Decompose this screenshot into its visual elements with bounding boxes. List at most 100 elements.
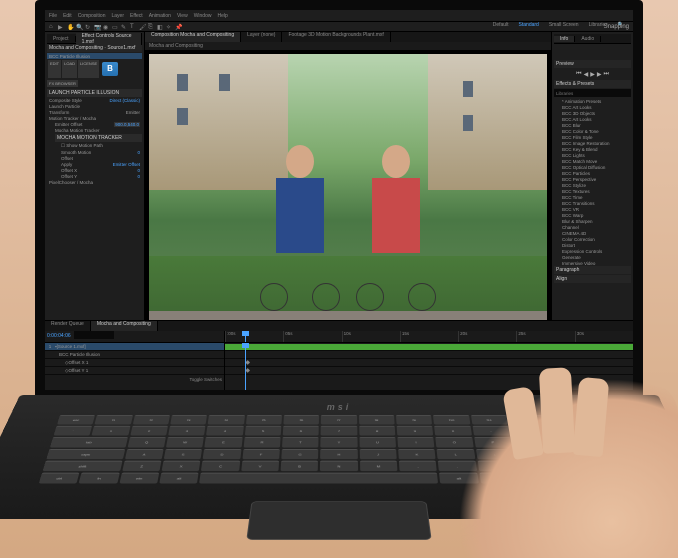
key[interactable]: 1 — [92, 426, 130, 436]
rotate-tool-icon[interactable]: ↻ — [85, 24, 91, 30]
workspace-standard[interactable]: Standard — [514, 22, 544, 32]
key[interactable]: Q — [127, 437, 165, 447]
key[interactable]: f2 — [132, 415, 170, 425]
key[interactable]: E — [205, 437, 243, 447]
paragraph-header[interactable]: Paragraph — [554, 266, 631, 274]
comp-tab-main[interactable]: Composition Mocha and Compositing — [145, 32, 241, 42]
eraser-tool-icon[interactable]: ◧ — [157, 24, 163, 30]
playhead-line[interactable] — [245, 343, 246, 390]
offset-label[interactable]: Offset — [61, 156, 73, 161]
smooth-motion-value[interactable]: 0 — [137, 150, 140, 155]
key[interactable]: X — [162, 460, 201, 471]
time-ruler[interactable]: :00s 05s 10s 15s 20s 25s 30s — [225, 331, 633, 342]
edit-button[interactable]: EDIT — [48, 60, 61, 78]
play-icon[interactable]: ▶ — [590, 71, 595, 78]
key[interactable]: f9 — [396, 415, 432, 425]
offset-y-value[interactable]: 0 — [137, 174, 140, 179]
layer-row[interactable]: ◇ Offset X 1 — [45, 359, 224, 367]
puppet-tool-icon[interactable]: 📌 — [175, 24, 181, 30]
menu-help[interactable]: Help — [217, 13, 227, 19]
composition-viewer[interactable] — [145, 50, 551, 360]
pen-tool-icon[interactable]: ✎ — [121, 24, 127, 30]
key[interactable]: N — [320, 460, 358, 471]
key[interactable]: f4 — [208, 415, 245, 425]
key[interactable]: 5 — [245, 426, 282, 436]
preview-panel-header[interactable]: Preview — [554, 60, 631, 68]
key[interactable]: Z — [122, 460, 162, 471]
prev-frame-icon[interactable]: ◀ — [584, 71, 589, 78]
key-alt[interactable]: alt — [159, 473, 199, 484]
menu-edit[interactable]: Edit — [63, 13, 72, 19]
key[interactable]: 8 — [359, 426, 395, 436]
layer-row[interactable]: 1▪ [Source 1.mxf] — [45, 343, 224, 351]
offset-x-value[interactable]: 0 — [137, 168, 140, 173]
key[interactable]: M — [360, 460, 398, 471]
key-shift[interactable]: shift — [43, 460, 123, 471]
brush-tool-icon[interactable]: 🖌 — [139, 24, 145, 30]
align-header[interactable]: Align — [554, 275, 631, 283]
menu-animation[interactable]: Animation — [149, 13, 171, 19]
workspace-libraries[interactable]: Libraries — [584, 22, 613, 32]
composite-style-value[interactable]: Direct (Classic) — [109, 98, 140, 103]
first-frame-icon[interactable]: ⏮ — [576, 71, 581, 78]
key[interactable]: R — [243, 437, 280, 447]
camera-tool-icon[interactable]: 📷 — [94, 24, 100, 30]
effects-presets-header[interactable]: Effects & Presets — [554, 80, 631, 88]
current-timecode[interactable]: 0:00:04:06 — [45, 332, 73, 340]
key[interactable]: T — [282, 437, 319, 447]
render-queue-tab[interactable]: Render Queue — [45, 321, 91, 331]
key[interactable]: H — [320, 449, 357, 459]
info-tab[interactable]: Info — [554, 36, 575, 42]
layer-row[interactable]: ◇ Offset Y 1 — [45, 367, 224, 375]
project-tab[interactable]: Project — [47, 36, 76, 42]
home-icon[interactable]: ⌂ — [49, 24, 55, 30]
shape-tool-icon[interactable]: ▭ — [112, 24, 118, 30]
key-tab[interactable]: tab — [50, 437, 128, 447]
comp-tab-footage[interactable]: Footage 3D Motion Backgrounds Plant.mxf — [282, 32, 390, 42]
key[interactable]: V — [241, 460, 279, 471]
key[interactable]: 4 — [206, 426, 243, 436]
show-motion-path[interactable]: ☐ Show Motion Path — [61, 143, 103, 149]
license-button[interactable]: LICENSE — [78, 60, 99, 78]
menu-file[interactable]: File — [49, 13, 57, 19]
tracker-header[interactable]: Motion Tracker / Mocha — [49, 116, 96, 121]
key[interactable]: U — [359, 437, 396, 447]
launch-pi-button[interactable]: LAUNCH PARTICLE ILLUSION — [47, 89, 142, 97]
menu-view[interactable]: View — [177, 13, 188, 19]
hand-tool-icon[interactable]: ✋ — [67, 24, 73, 30]
effect-name[interactable]: BCC Particle Illusion — [49, 54, 90, 59]
comp-tab-layer[interactable]: Layer (none) — [241, 32, 282, 42]
key[interactable]: S — [164, 449, 203, 459]
key-ctrl[interactable]: ctrl — [39, 473, 80, 484]
layer-bar[interactable] — [225, 344, 633, 350]
key[interactable]: 7 — [321, 426, 357, 436]
key[interactable]: f8 — [359, 415, 395, 425]
trackpad[interactable] — [246, 501, 431, 540]
transform-label[interactable]: Transform — [49, 110, 126, 115]
playhead[interactable] — [245, 331, 246, 342]
key[interactable]: F — [242, 449, 280, 459]
menu-effect[interactable]: Effect — [130, 13, 143, 19]
key[interactable]: A — [125, 449, 164, 459]
layer-row[interactable]: BCC Particle Illusion — [45, 351, 224, 359]
key[interactable]: I — [397, 437, 434, 447]
key[interactable]: ` — [54, 426, 93, 436]
selection-tool-icon[interactable]: ▶ — [58, 24, 64, 30]
key[interactable]: K — [398, 449, 436, 459]
audio-tab[interactable]: Audio — [575, 36, 601, 42]
pan-behind-icon[interactable]: ◉ — [103, 24, 109, 30]
key[interactable]: W — [166, 437, 204, 447]
workspace-small[interactable]: Small Screen — [544, 22, 584, 32]
key[interactable]: esc — [57, 415, 95, 425]
key-caps[interactable]: caps — [46, 449, 125, 459]
emitter-offset-value[interactable]: 900.0,540.0 — [114, 122, 140, 127]
next-frame-icon[interactable]: ▶ — [597, 71, 602, 78]
fx-browser-button[interactable]: FX BROWSER — [47, 80, 78, 87]
key[interactable]: 9 — [397, 426, 434, 436]
key[interactable]: f6 — [283, 415, 319, 425]
key[interactable]: , — [399, 460, 437, 471]
effect-controls-tab[interactable]: Effect Controls Source 1.mxf — [76, 33, 142, 45]
key[interactable]: J — [359, 449, 396, 459]
effects-search-input[interactable] — [554, 89, 631, 97]
last-frame-icon[interactable]: ⏭ — [603, 71, 608, 78]
